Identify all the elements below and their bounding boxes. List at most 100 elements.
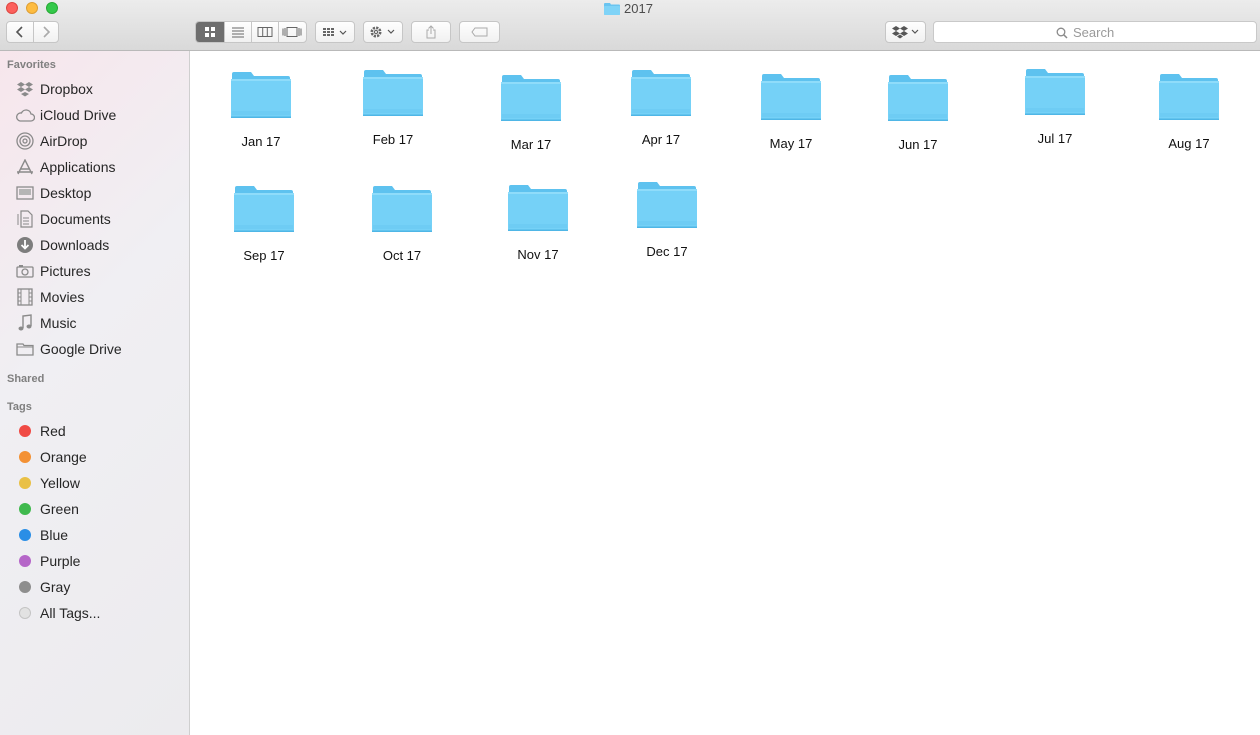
sidebar-tag-gray[interactable]: Gray [0,575,189,599]
sidebar-item-airdrop[interactable]: AirDrop [0,129,189,153]
cover-flow-icon [282,27,302,37]
folder-label: Jul 17 [1037,131,1073,146]
folder-item[interactable]: Feb 17 [333,68,453,147]
folder-icon [371,184,433,234]
edit-tags-button[interactable] [459,21,500,43]
folder-item[interactable]: Sep 17 [204,184,324,263]
music-note-icon [15,313,35,333]
sidebar-tag-all-tags[interactable]: All Tags... [0,601,189,625]
folder-item[interactable]: Oct 17 [342,184,462,263]
documents-icon [15,209,35,229]
sidebar-item-movies[interactable]: Movies [0,285,189,309]
action-button[interactable] [363,21,403,43]
search-field[interactable]: Search [933,21,1257,43]
chevron-right-icon [43,26,51,38]
list-view-button[interactable] [224,22,251,42]
folder-label: Oct 17 [382,248,422,263]
sidebar-tag-orange[interactable]: Orange [0,445,189,469]
folder-icon [500,73,562,123]
folder-item[interactable]: Jan 17 [201,70,321,149]
folder-label: Apr 17 [641,132,681,147]
arrange-button[interactable] [315,21,355,43]
cover-flow-view-button[interactable] [277,22,306,42]
favorites-heading: Favorites [7,59,56,71]
list-icon [232,27,245,38]
sidebar-item-label: Dropbox [40,81,93,97]
tag-color-dot [19,529,31,541]
sidebar-tag-blue[interactable]: Blue [0,523,189,547]
tags-heading[interactable]: Tags [7,401,32,413]
sidebar-item-label: Movies [40,289,85,305]
dropbox-menu-button[interactable] [885,21,926,43]
folder-icon [1024,67,1086,117]
sidebar-item-pictures[interactable]: Pictures [0,259,189,283]
folder-item[interactable]: Jul 17 [995,67,1115,146]
folder-label: Dec 17 [646,244,688,259]
icon-view-button[interactable] [196,22,225,42]
sidebar-item-label: iCloud Drive [40,107,117,123]
folder-label: Aug 17 [1168,136,1210,151]
sidebar-item-dropbox[interactable]: Dropbox [0,77,189,101]
folder-icon [636,180,698,230]
tag-label: Orange [40,449,87,465]
shared-heading[interactable]: Shared [7,373,44,385]
column-view-button[interactable] [250,22,278,42]
dropbox-icon [15,79,35,99]
folder-icon [230,70,292,120]
folder-item[interactable]: Jun 17 [858,73,978,152]
sidebar-item-label: Documents [40,211,111,227]
folder-label: May 17 [769,136,813,151]
film-icon [15,287,35,307]
sidebar-item-desktop[interactable]: Desktop [0,181,189,205]
sidebar-tag-red[interactable]: Red [0,419,189,443]
sidebar-item-label: Downloads [40,237,110,253]
sidebar-item-applications[interactable]: Applications [0,155,189,179]
folder-label: Feb 17 [372,132,414,147]
tag-color-dot [19,581,31,593]
sidebar-tag-purple[interactable]: Purple [0,549,189,573]
sidebar-item-icloud-drive[interactable]: iCloud Drive [0,103,189,127]
folder-item[interactable]: May 17 [731,72,851,151]
window-title: 2017 [604,0,653,16]
folder-item[interactable]: Aug 17 [1129,72,1249,151]
folder-icon [887,73,949,123]
sidebar-item-downloads[interactable]: Downloads [0,233,189,257]
downloads-icon [15,235,35,255]
sidebar-tag-green[interactable]: Green [0,497,189,521]
minimize-window-button[interactable] [26,2,38,14]
tag-color-dot [19,451,31,463]
close-window-button[interactable] [6,2,18,14]
sidebar: Favorites Dropbox iCloud Drive AirDrop A… [0,51,190,735]
cloud-icon [15,105,35,125]
folder-icon [604,2,620,15]
back-button[interactable] [7,22,33,42]
tag-color-dot [19,477,31,489]
airdrop-icon [15,131,35,151]
folder-contents: Jan 17 Feb 17 Mar 17 Apr 17 May 17 Jun 17 Jul … [191,52,1260,735]
search-icon [1056,27,1068,39]
tag-label: Gray [40,579,71,595]
tag-label: All Tags... [40,605,101,621]
folder-label: Jan 17 [241,134,281,149]
tag-label: Red [40,423,66,439]
sidebar-item-google-drive[interactable]: Google Drive [0,337,189,361]
folder-icon [760,72,822,122]
sidebar-item-documents[interactable]: Documents [0,207,189,231]
folder-item[interactable]: Mar 17 [471,73,591,152]
folder-label: Sep 17 [243,248,285,263]
folder-icon [1158,72,1220,122]
forward-button[interactable] [32,22,58,42]
tag-label: Yellow [40,475,80,491]
zoom-window-button[interactable] [46,2,58,14]
folder-item[interactable]: Apr 17 [601,68,721,147]
folder-label: Jun 17 [898,137,938,152]
folder-item[interactable]: Nov 17 [478,183,598,262]
search-placeholder: Search [1073,25,1115,40]
share-button[interactable] [411,21,451,43]
sidebar-item-music[interactable]: Music [0,311,189,335]
tag-color-dot [19,555,31,567]
folder-label: Nov 17 [517,247,559,262]
sidebar-tag-yellow[interactable]: Yellow [0,471,189,495]
finder-window: 2017 Search Favorites Dropbox iCloud Dri… [0,0,1260,735]
folder-item[interactable]: Dec 17 [607,180,727,259]
